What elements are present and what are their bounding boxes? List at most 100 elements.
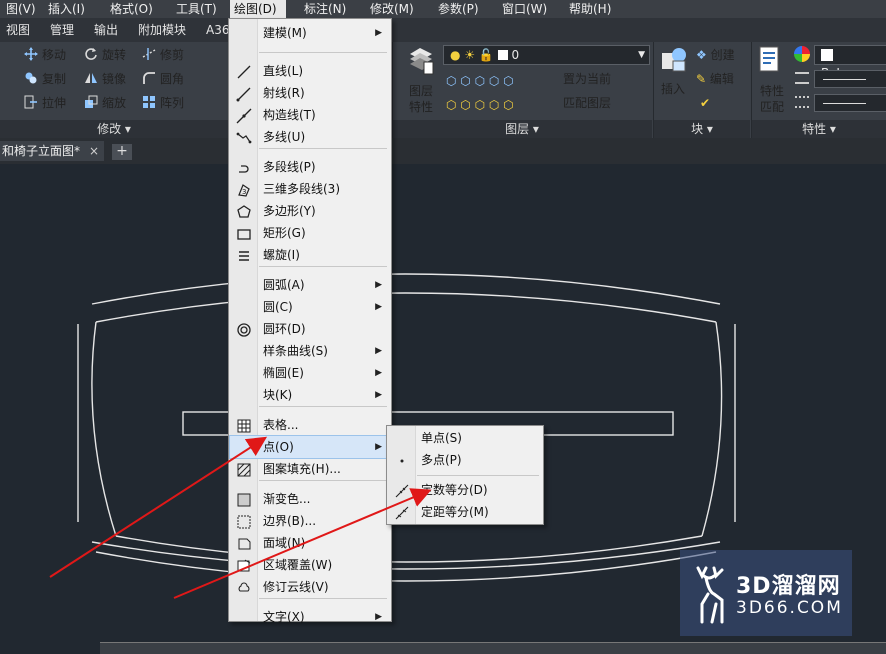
edit-block-button[interactable]: ✎ 编辑 [696,70,734,88]
draw-menu-item[interactable]: 椭圆(E) ▶ [230,362,390,384]
menu-insert[interactable]: 插入(I) [44,0,89,18]
draw-menu-item[interactable]: 图案填充(H)... [230,458,390,480]
menu-draw[interactable]: 绘图(D) [230,0,286,18]
properties-panel-label[interactable]: 特性 ▾ [752,120,886,138]
table-left-curve [91,321,117,537]
menu-tools[interactable]: 工具(T) [172,0,221,18]
block-attribute-icon[interactable]: ✔ [700,94,710,112]
draw-menu-item[interactable]: 块(K) ▶ [230,384,390,406]
tab-manage[interactable]: 管理 [50,21,74,39]
menu-dimension[interactable]: 标注(N) [300,0,350,18]
scale-button[interactable]: 缩放 [84,94,126,112]
draw-menu-item[interactable]: 3 三维多段线(3) [230,178,390,200]
mirror-button[interactable]: 镜像 [84,70,126,88]
layer-combo[interactable]: ● ☀ 🔓 0 ▼ [443,45,650,65]
multiline-icon [236,132,252,144]
tab-addins[interactable]: 附加模块 [138,21,186,39]
draw-menu-item[interactable]: 矩形(G) [230,222,390,244]
fillet-button[interactable]: 圆角 [142,70,184,88]
draw-menu-item[interactable]: 圆(C) ▶ [230,296,390,318]
layers-panel-label[interactable]: 图层 ▾ [392,120,652,138]
draw-menu-item[interactable]: 多线(U) [230,126,390,148]
draw-menu-item[interactable]: 多段线(P) [230,156,390,178]
menu-format[interactable]: 格式(O) [106,0,157,18]
linetype-combo[interactable] [814,94,886,112]
point-submenu-item[interactable]: 定数等分(D) [388,479,542,501]
new-tab-button[interactable]: + [112,144,132,160]
menu-separator [259,406,387,407]
point-submenu-item[interactable]: 单点(S) [388,427,542,449]
modify-panel-label[interactable]: 修改 ▾ [0,120,228,138]
draw-menu-item[interactable]: 边界(B)... [230,510,390,532]
move-icon [24,47,38,61]
move-label: 移动 [42,48,67,62]
block-panel-label[interactable]: 块 ▾ [654,120,750,138]
draw-menu-item[interactable]: 面域(N) [230,532,390,554]
draw-menu-item[interactable]: 区域覆盖(W) [230,554,390,576]
insert-button[interactable]: 插入 [661,80,685,98]
stretch-button[interactable]: 拉伸 [24,94,66,112]
lineweight-combo[interactable] [814,70,886,88]
menu-separator [259,52,387,53]
tab-output[interactable]: 输出 [94,21,118,39]
trim-button[interactable]: 修剪 [142,46,184,64]
draw-menu-item[interactable]: 直线(L) [230,60,390,82]
close-icon[interactable]: × [89,141,99,161]
color-combo[interactable]: ByLaye [814,45,886,80]
layer-tools-row1[interactable]: ⬡ ⬡ ⬡ ⬡ ⬡ [446,72,514,90]
layer-properties-l2[interactable]: 特性 [409,98,433,116]
array-button[interactable]: 阵列 [142,94,184,112]
draw-menu-item[interactable]: 点(O) ▶ [229,435,391,459]
move-button[interactable]: 移动 [24,46,66,64]
draw-menu-item-label: 螺旋(I) [263,248,300,262]
layer-tools-row2[interactable]: ⬡ ⬡ ⬡ ⬡ ⬡ [446,96,514,114]
copy-button[interactable]: 复制 [24,70,66,88]
submenu-arrow-icon: ▶ [375,346,382,356]
tab-view[interactable]: 视图 [6,21,30,39]
draw-menu-item[interactable]: 圆弧(A) ▶ [230,274,390,296]
draw-menu-item-label: 多边形(Y) [263,204,316,218]
menu-help[interactable]: 帮助(H) [565,0,615,18]
menu-separator [259,148,387,149]
trim-icon [142,48,156,60]
draw-menu-item[interactable]: 文字(X) ▶ [230,606,390,628]
document-tab[interactable]: 和椅子立面图* × [0,141,104,161]
menu-modify[interactable]: 修改(M) [366,0,418,18]
draw-menu-item[interactable]: 射线(R) [230,82,390,104]
draw-menu-item-label: 圆环(D) [263,322,306,336]
menu-window[interactable]: 窗口(W) [498,0,551,18]
tab-a360[interactable]: A36 [206,21,229,39]
draw-menu-item-label: 面域(N) [263,536,306,550]
set-current-button[interactable]: 置为当前 [563,70,611,88]
scale-icon [85,95,98,108]
point-submenu: 单点(S) 多点(P) 定数等分(D) 定距等分(M) [386,425,544,525]
draw-menu-item[interactable]: 表格... [230,414,390,436]
rotate-icon [85,48,97,60]
menu-view[interactable]: 图(V) [2,0,40,18]
point-submenu-item[interactable]: 多点(P) [388,449,542,471]
rectangle-icon [237,229,251,240]
draw-menu-item-label: 射线(R) [263,86,305,100]
draw-menu-item[interactable]: 多边形(Y) [230,200,390,222]
point-submenu-item[interactable]: 定距等分(M) [388,501,542,523]
draw-menu-item[interactable]: 渐变色... [230,488,390,510]
bulb-icon: ● [450,48,461,62]
create-block-label: 创建 [710,48,735,62]
draw-menu-item[interactable]: 修订云线(V) [230,576,390,598]
menu-parametric[interactable]: 参数(P) [434,0,483,18]
command-line[interactable] [100,642,886,654]
draw-menu-item[interactable]: 圆环(D) [230,318,390,340]
draw-menu-item[interactable]: 螺旋(I) [230,244,390,266]
create-block-button[interactable]: ❖ 创建 [696,46,735,64]
match-properties-l2[interactable]: 匹配 [760,98,784,116]
copy-label: 复制 [42,72,67,86]
rotate-button[interactable]: 旋转 [84,46,126,64]
ribbon-divider [653,42,654,138]
draw-menu-item[interactable]: 建模(M) ▶ [230,22,390,44]
polygon-icon [237,205,251,218]
draw-menu-item[interactable]: 样条曲线(S) ▶ [230,340,390,362]
draw-menu-item[interactable]: 构造线(T) [230,104,390,126]
match-layer-button[interactable]: 匹配图层 [563,94,611,112]
draw-menu-item-label: 椭圆(E) [263,366,304,380]
svg-text:3: 3 [242,188,246,196]
